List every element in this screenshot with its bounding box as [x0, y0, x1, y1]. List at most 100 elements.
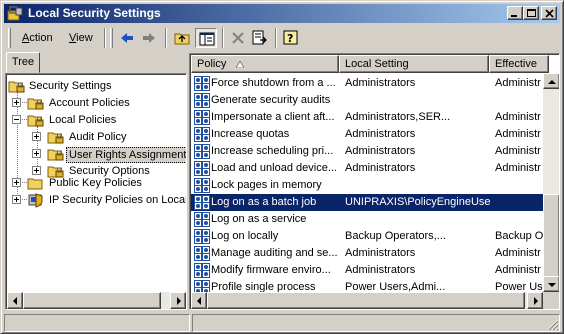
expand-plus-icon[interactable]: [32, 149, 41, 158]
minimize-button[interactable]: [507, 6, 523, 20]
console-tree[interactable]: Security Settings Account Policies Local…: [5, 73, 187, 310]
folder-icon: [27, 178, 43, 190]
svg-text:?: ?: [287, 32, 293, 45]
scroll-left-button[interactable]: [191, 292, 207, 309]
policy-row[interactable]: Log on locally Backup Operators,... Backup…: [191, 228, 543, 245]
toolbar-separator: [104, 28, 106, 48]
expand-plus-icon[interactable]: [12, 98, 21, 107]
title-bar[interactable]: Local Security Settings: [4, 4, 560, 23]
local-setting: Administrators: [345, 128, 416, 140]
policy-name: Increase scheduling pri...: [211, 145, 334, 157]
list-horizontal-scrollbar[interactable]: [191, 292, 543, 309]
column-header-local-setting[interactable]: Local Setting: [339, 55, 489, 73]
policy-icon: [194, 110, 210, 125]
sort-ascending-icon: [236, 61, 244, 68]
policy-row[interactable]: Increase quotas Administrators Administr: [191, 126, 543, 143]
scroll-left-button[interactable]: [7, 292, 23, 309]
help-icon: ?: [283, 30, 298, 45]
policy-row[interactable]: Lock pages in memory: [191, 177, 543, 194]
toolbar-separator-3: [222, 28, 224, 48]
toolbar-separator-2: [165, 28, 167, 48]
local-setting: Administrators: [345, 247, 416, 259]
local-setting: Administrators,SER...: [345, 111, 451, 123]
forward-button[interactable]: [138, 28, 160, 48]
list-vertical-scrollbar[interactable]: [543, 73, 559, 292]
up-one-level-button[interactable]: [171, 28, 193, 48]
policy-name: Load and unload device...: [211, 162, 337, 174]
policy-name: Increase quotas: [211, 128, 290, 140]
tree-tab-bar: Tree: [4, 51, 188, 73]
menu-toolbar: Action View ?: [4, 25, 560, 51]
effective-setting: Backup O: [495, 230, 543, 242]
resize-grip-icon[interactable]: [547, 319, 559, 331]
tree-horizontal-scrollbar[interactable]: [7, 292, 186, 309]
lock-folder-icon: [8, 81, 25, 93]
effective-setting: Administr: [495, 264, 541, 276]
policy-row[interactable]: Increase scheduling pri... Administrators…: [191, 143, 543, 160]
effective-setting: Administr: [495, 145, 541, 157]
policy-icon: [194, 76, 210, 91]
scroll-up-button[interactable]: [543, 73, 559, 89]
toolbar-grip[interactable]: [8, 28, 11, 48]
local-setting: Administrators: [345, 264, 416, 276]
delete-button[interactable]: [227, 28, 249, 48]
policy-list[interactable]: Policy Local Setting Effective Force shu…: [189, 53, 560, 310]
arrow-right-icon: [177, 297, 181, 305]
status-segment: [4, 314, 190, 332]
column-header-effective[interactable]: Effective: [489, 55, 549, 73]
status-bar: [4, 313, 560, 332]
policy-row[interactable]: Load and unload device... Administrators A…: [191, 160, 543, 177]
expand-minus-icon[interactable]: [12, 115, 21, 124]
export-list-icon: [252, 30, 267, 45]
arrow-right-icon: [534, 297, 538, 305]
column-header-policy[interactable]: Policy: [191, 55, 339, 73]
back-button[interactable]: [116, 28, 138, 48]
policy-row[interactable]: Log on as a batch job UNIPRAXIS\PolicyEng…: [191, 194, 543, 211]
menu-view[interactable]: View: [65, 30, 97, 46]
policy-row[interactable]: Manage auditing and se... Administrators A…: [191, 245, 543, 262]
policy-icon: [194, 246, 210, 261]
policy-row[interactable]: Generate security audits: [191, 92, 543, 109]
toolbar-grip-2[interactable]: [110, 28, 113, 48]
policy-name: Lock pages in memory: [211, 179, 322, 191]
show-hide-tree-icon: [199, 32, 215, 46]
policy-row[interactable]: Log on as a service: [191, 211, 543, 228]
scroll-right-button[interactable]: [527, 292, 543, 309]
policy-name: Impersonate a client aft...: [211, 111, 335, 123]
scroll-down-button[interactable]: [543, 276, 559, 292]
scroll-right-button[interactable]: [170, 292, 186, 309]
policy-icon: [194, 178, 210, 193]
lock-folder-icon: [47, 149, 64, 161]
status-segment: [192, 314, 560, 332]
tab-tree[interactable]: Tree: [6, 52, 40, 73]
policy-icon: [194, 93, 210, 108]
local-setting: Backup Operators,...: [345, 230, 446, 242]
menu-action[interactable]: Action: [18, 30, 57, 46]
export-list-button[interactable]: [249, 28, 271, 48]
arrow-up-icon: [548, 80, 556, 84]
window-title: Local Security Settings: [28, 6, 161, 20]
up-folder-icon: [174, 33, 190, 45]
policy-icon: [194, 229, 210, 244]
maximize-button[interactable]: [523, 6, 539, 20]
local-setting: UNIPRAXIS\PolicyEngineUser: [345, 196, 491, 208]
scroll-thumb[interactable]: [23, 292, 161, 309]
expand-plus-icon[interactable]: [12, 178, 21, 187]
show-hide-tree-button[interactable]: [195, 28, 217, 48]
close-button[interactable]: [541, 6, 557, 20]
policy-name: Log on as a batch job: [211, 196, 317, 208]
policy-row[interactable]: Impersonate a client aft... Administrator…: [191, 109, 543, 126]
expand-plus-icon[interactable]: [32, 166, 41, 175]
policy-row[interactable]: Force shutdown from a ... Administrators A…: [191, 75, 543, 92]
help-button[interactable]: ?: [280, 28, 302, 48]
close-icon: [545, 9, 554, 18]
scroll-thumb[interactable]: [207, 292, 525, 309]
expand-plus-icon[interactable]: [32, 132, 41, 141]
policy-icon: [194, 161, 210, 176]
arrow-left-icon: [13, 297, 17, 305]
local-setting: Administrators: [345, 145, 416, 157]
policy-row[interactable]: Modify firmware enviro... Administrators A…: [191, 262, 543, 279]
policy-name: Force shutdown from a ...: [211, 77, 336, 89]
effective-setting: Administr: [495, 162, 541, 174]
expand-plus-icon[interactable]: [12, 195, 21, 204]
